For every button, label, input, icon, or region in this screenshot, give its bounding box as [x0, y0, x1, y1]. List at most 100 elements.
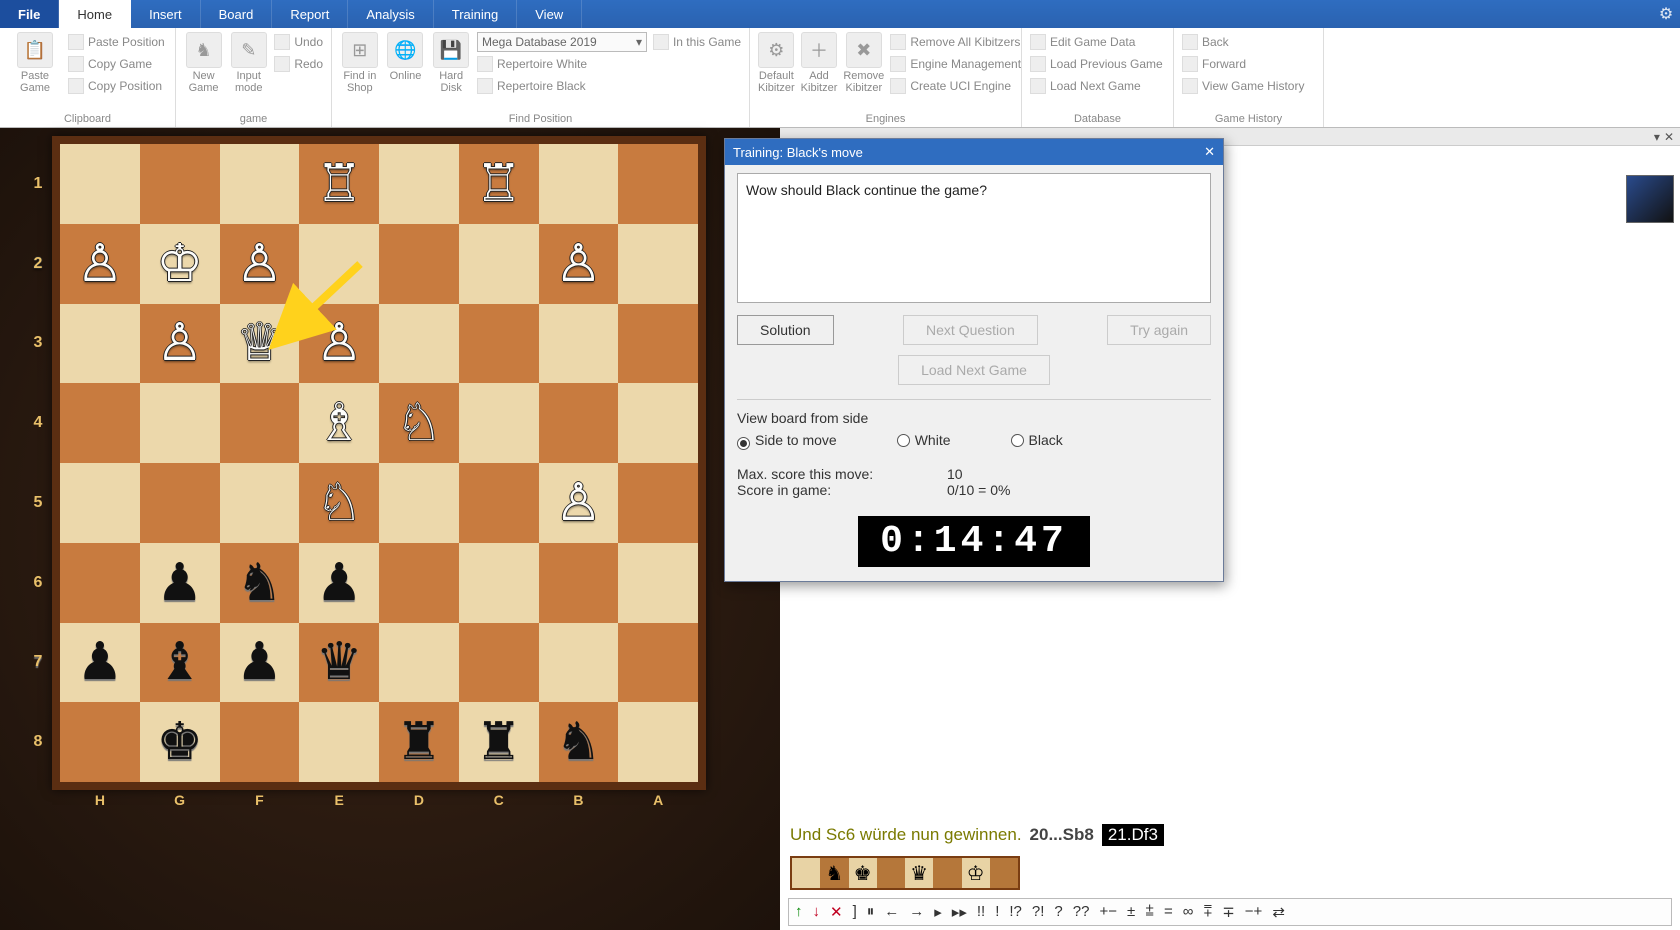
database-combo[interactable]: Mega Database 2019▾: [477, 32, 647, 52]
square-c4[interactable]: [459, 383, 539, 463]
remove-kibitzer-button[interactable]: ✖Remove Kibitzer: [843, 30, 884, 96]
square-f7[interactable]: ♟: [220, 623, 300, 703]
pane-close-icon[interactable]: ✕: [1664, 130, 1674, 144]
square-d3[interactable]: [379, 304, 459, 384]
back-button[interactable]: Back: [1182, 32, 1315, 52]
engine-management-button[interactable]: Engine Management: [890, 54, 1021, 74]
square-a7[interactable]: [618, 623, 698, 703]
square-e4[interactable]: ♗: [299, 383, 379, 463]
square-b4[interactable]: [539, 383, 619, 463]
square-a2[interactable]: [618, 224, 698, 304]
repertoire-black-button[interactable]: Repertoire Black: [477, 76, 741, 96]
next-question-button[interactable]: Next Question: [903, 315, 1038, 345]
square-d8[interactable]: ♜: [379, 702, 459, 782]
symbol-15[interactable]: +−: [1099, 903, 1117, 921]
symbol-22[interactable]: −+: [1245, 903, 1263, 921]
move-20[interactable]: 20...Sb8: [1030, 825, 1094, 845]
square-b2[interactable]: ♙: [539, 224, 619, 304]
square-f3[interactable]: ♕: [220, 304, 300, 384]
square-h8[interactable]: 8: [60, 702, 140, 782]
edit-game-data-button[interactable]: Edit Game Data: [1030, 32, 1165, 52]
menu-board[interactable]: Board: [201, 0, 273, 28]
paste-position-button[interactable]: Paste Position: [68, 32, 165, 52]
square-f8[interactable]: [220, 702, 300, 782]
square-f4[interactable]: [220, 383, 300, 463]
move-21-highlighted[interactable]: 21.Df3: [1102, 824, 1164, 846]
radio-black[interactable]: Black: [1011, 432, 1063, 450]
symbol-1[interactable]: ↓: [813, 903, 821, 921]
square-g8[interactable]: ♚: [140, 702, 220, 782]
square-d7[interactable]: [379, 623, 459, 703]
find-hard-disk-button[interactable]: 💾Hard Disk: [431, 30, 471, 96]
square-d4[interactable]: ♘: [379, 383, 459, 463]
symbol-10[interactable]: !: [995, 903, 999, 921]
square-c7[interactable]: [459, 623, 539, 703]
load-previous-game-button[interactable]: Load Previous Game: [1030, 54, 1165, 74]
create-uci-button[interactable]: Create UCI Engine: [890, 76, 1021, 96]
square-g3[interactable]: ♙: [140, 304, 220, 384]
find-in-shop-button[interactable]: ⊞Find in Shop: [340, 30, 380, 96]
square-b1[interactable]: [539, 144, 619, 224]
square-c6[interactable]: [459, 543, 539, 623]
square-c3[interactable]: [459, 304, 539, 384]
square-a4[interactable]: [618, 383, 698, 463]
square-g4[interactable]: [140, 383, 220, 463]
square-h4[interactable]: 4: [60, 383, 140, 463]
load-next-game-button[interactable]: Load Next Game: [898, 355, 1050, 385]
menu-report[interactable]: Report: [272, 0, 348, 28]
symbol-16[interactable]: ±: [1127, 903, 1135, 921]
menu-home[interactable]: Home: [59, 0, 131, 28]
square-e8[interactable]: [299, 702, 379, 782]
symbol-4[interactable]: ⏸: [867, 903, 875, 921]
redo-button[interactable]: Redo: [274, 54, 323, 74]
load-next-game-button[interactable]: Load Next Game: [1030, 76, 1165, 96]
default-kibitzer-button[interactable]: ⚙Default Kibitzer: [758, 30, 795, 96]
symbol-2[interactable]: ✕: [830, 903, 843, 921]
mini-board[interactable]: ♞♚♛♔: [790, 856, 1020, 890]
menu-analysis[interactable]: Analysis: [348, 0, 433, 28]
square-e6[interactable]: ♟: [299, 543, 379, 623]
chess-board[interactable]: 1♖♖♙2♔♙♙3♙♕♙4♗♘5♘♙6♟♞♟♟7♝♟♛8♚♜♜♞ HGFEDCB…: [52, 136, 706, 790]
square-e2[interactable]: [299, 224, 379, 304]
paste-game-button[interactable]: 📋Paste Game: [8, 30, 62, 96]
square-h3[interactable]: 3: [60, 304, 140, 384]
symbol-13[interactable]: ?: [1054, 903, 1062, 921]
square-a6[interactable]: [618, 543, 698, 623]
symbol-0[interactable]: ↑: [795, 903, 803, 921]
menu-file[interactable]: File: [0, 0, 59, 28]
symbol-20[interactable]: ⩱: [1203, 903, 1212, 921]
square-f1[interactable]: [220, 144, 300, 224]
symbol-9[interactable]: !!: [977, 903, 985, 921]
symbol-18[interactable]: =: [1164, 903, 1173, 921]
square-b3[interactable]: [539, 304, 619, 384]
square-d6[interactable]: [379, 543, 459, 623]
view-history-button[interactable]: View Game History: [1182, 76, 1315, 96]
copy-position-button[interactable]: Copy Position: [68, 76, 165, 96]
forward-button[interactable]: Forward: [1182, 54, 1315, 74]
square-d2[interactable]: [379, 224, 459, 304]
square-a3[interactable]: [618, 304, 698, 384]
symbol-8[interactable]: ▸▸: [952, 903, 967, 921]
square-b8[interactable]: ♞: [539, 702, 619, 782]
square-d5[interactable]: [379, 463, 459, 543]
symbol-3[interactable]: ]: [853, 903, 857, 921]
new-game-button[interactable]: ♞New Game: [184, 30, 223, 94]
square-h7[interactable]: ♟7: [60, 623, 140, 703]
add-kibitzer-button[interactable]: ＋Add Kibitzer: [801, 30, 838, 96]
square-g5[interactable]: [140, 463, 220, 543]
remove-all-kibitzers-button[interactable]: Remove All Kibitzers: [890, 32, 1021, 52]
square-b7[interactable]: [539, 623, 619, 703]
square-b6[interactable]: [539, 543, 619, 623]
undo-button[interactable]: Undo: [274, 32, 323, 52]
symbol-21[interactable]: ∓: [1222, 903, 1235, 921]
square-h2[interactable]: ♙2: [60, 224, 140, 304]
square-d1[interactable]: [379, 144, 459, 224]
square-a1[interactable]: [618, 144, 698, 224]
square-c8[interactable]: ♜: [459, 702, 539, 782]
input-mode-button[interactable]: ✎Input mode: [229, 30, 268, 94]
square-e7[interactable]: ♛: [299, 623, 379, 703]
in-this-game-button[interactable]: In this Game: [653, 32, 741, 52]
square-e1[interactable]: ♖: [299, 144, 379, 224]
try-again-button[interactable]: Try again: [1107, 315, 1211, 345]
square-c5[interactable]: [459, 463, 539, 543]
